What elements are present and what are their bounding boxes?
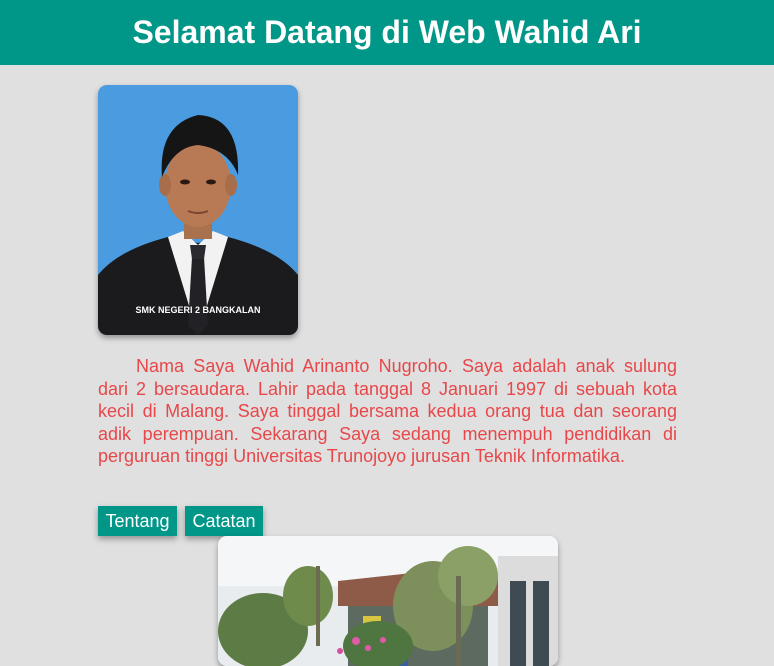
tentang-button[interactable]: Tentang (98, 506, 177, 536)
page-title: Selamat Datang di Web Wahid Ari (132, 14, 642, 50)
catatan-button[interactable]: Catatan (185, 506, 263, 536)
page-header: Selamat Datang di Web Wahid Ari (0, 0, 774, 65)
profile-photo: SMK NEGERI 2 BANGKALAN (98, 85, 298, 335)
school-photo (218, 536, 558, 666)
bio-paragraph: Nama Saya Wahid Arinanto Nugroho. Saya a… (98, 356, 677, 466)
photo-caption: SMK NEGERI 2 BANGKALAN (135, 305, 260, 315)
